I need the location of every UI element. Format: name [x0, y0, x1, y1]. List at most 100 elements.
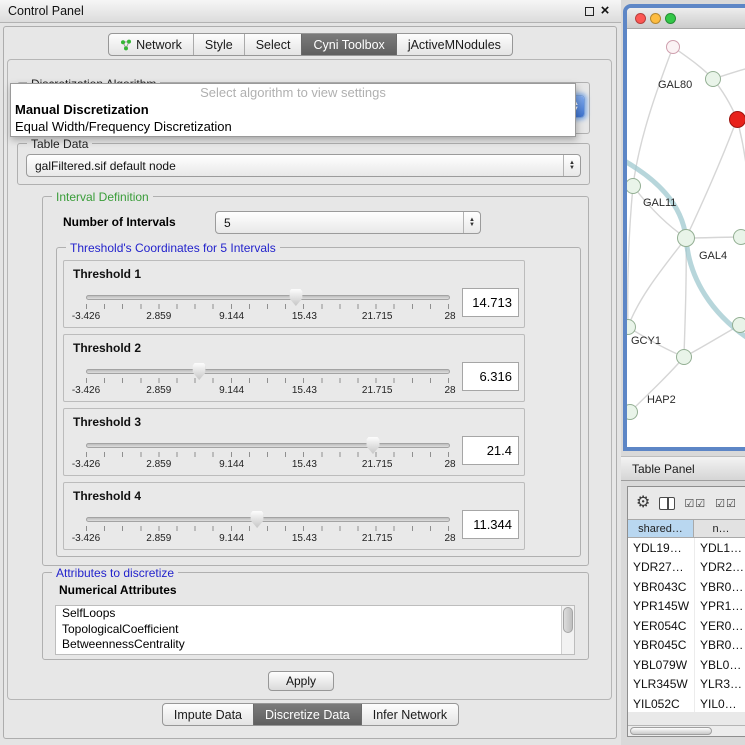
tab-cyni-toolbox[interactable]: Cyni Toolbox [301, 34, 395, 55]
network-node-label: HAP2 [647, 394, 676, 406]
network-node-label: GAL4 [699, 250, 727, 262]
scale-label: 2.859 [146, 533, 171, 544]
slider-track[interactable] [86, 517, 450, 522]
network-node[interactable] [733, 229, 745, 245]
network-canvas[interactable]: GAL80GAL11GAL4GCY1HAP2 [627, 29, 745, 447]
threshold-label: Threshold 1 [73, 267, 141, 281]
select-columns-checkboxes-icon[interactable]: ☑☑ [684, 497, 706, 510]
table-row[interactable]: YDL19…YDL1… [628, 538, 745, 558]
tab-impute-data[interactable]: Impute Data [163, 704, 253, 725]
network-node[interactable] [676, 349, 692, 365]
table-row[interactable]: YBL079WYBL0… [628, 655, 745, 675]
tab-style[interactable]: Style [193, 34, 244, 55]
apply-button[interactable]: Apply [268, 671, 334, 691]
network-node[interactable] [705, 71, 721, 87]
close-icon: × [601, 4, 610, 18]
attribute-item[interactable]: TopologicalCoefficient [56, 622, 574, 638]
table-cell: YBR045C [628, 636, 694, 656]
table-panel-window: ⚙ ☑☑ ☑☑ shared…n… YDL19…YDL1…YDR27…YDR2…… [627, 486, 745, 737]
tab-label: Network [136, 38, 182, 52]
threshold-coordinates-group-title: Threshold's Coordinates for 5 Intervals [66, 241, 280, 255]
select-rows-checkboxes-icon[interactable]: ☑☑ [715, 497, 737, 510]
slider-track[interactable] [86, 443, 450, 448]
slider-track[interactable] [86, 369, 450, 374]
slider-ticks [86, 378, 450, 383]
network-node[interactable] [666, 40, 680, 54]
close-button[interactable]: × [597, 3, 613, 19]
column-header[interactable]: shared… [628, 520, 694, 537]
scale-label: 9.144 [219, 311, 244, 322]
scale-label: 21.715 [362, 385, 393, 396]
threshold-value-field[interactable]: 14.713 [462, 288, 519, 317]
tab-label: jActiveMNodules [408, 38, 501, 52]
table-horizontal-scrollbar[interactable] [628, 725, 745, 736]
network-node[interactable] [732, 317, 745, 333]
table-header-row: shared…n… [628, 519, 745, 538]
dropdown-option-equal-width-frequency[interactable]: Equal Width/Frequency Discretization [11, 118, 575, 135]
scrollbar-thumb[interactable] [630, 727, 712, 735]
slider-track[interactable] [86, 295, 450, 300]
tab-network[interactable]: Network [109, 34, 193, 55]
tab-label: Impute Data [174, 708, 242, 722]
number-of-intervals-combobox[interactable]: 5 ▲▼ [215, 211, 481, 234]
table-cell: YDL19… [628, 538, 694, 558]
tab-select[interactable]: Select [244, 34, 302, 55]
scale-label: 9.144 [219, 459, 244, 470]
threshold-slider[interactable]: -3.4262.8599.14415.4321.71528 [72, 511, 464, 547]
combo-stepper-icon: ▲▼ [463, 212, 480, 233]
number-of-intervals-label: Number of Intervals [63, 215, 176, 229]
zoom-traffic-light[interactable] [665, 13, 676, 24]
tab-discretize-data[interactable]: Discretize Data [253, 704, 361, 725]
threshold-value-field[interactable]: 21.4 [462, 436, 519, 465]
minimize-traffic-light[interactable] [650, 13, 661, 24]
attributes-vertical-scrollbar[interactable] [561, 606, 574, 654]
threshold-panel: Threshold 1-3.4262.8599.14415.4321.71528… [63, 260, 525, 328]
top-tab-bar: Network Style Select Cyni Toolbox jActiv… [0, 33, 621, 56]
table-row[interactable]: YLR345WYLR3… [628, 675, 745, 695]
table-row[interactable]: YBR043CYBR0… [628, 577, 745, 597]
minimize-icon [585, 7, 594, 16]
tab-jactivemnodules[interactable]: jActiveMNodules [396, 34, 512, 55]
table-row[interactable]: YPR145WYPR1… [628, 597, 745, 617]
table-row[interactable]: YER054CYER0… [628, 616, 745, 636]
network-node[interactable] [729, 111, 745, 128]
attribute-item[interactable]: SelfLoops [56, 606, 574, 622]
table-data-combobox[interactable]: galFiltered.sif default node ▲▼ [26, 154, 581, 177]
threshold-value-field[interactable]: 6.316 [462, 362, 519, 391]
threshold-value-field[interactable]: 11.344 [462, 510, 519, 539]
tab-infer-network[interactable]: Infer Network [361, 704, 458, 725]
column-header[interactable]: n… [694, 520, 745, 537]
threshold-slider[interactable]: -3.4262.8599.14415.4321.71528 [72, 437, 464, 473]
scale-label: 28 [444, 385, 455, 396]
tab-label: Select [256, 38, 291, 52]
table-cell: YBL079W [628, 655, 694, 675]
scale-label: 28 [444, 311, 455, 322]
columns-icon[interactable] [659, 497, 675, 510]
slider-scale: -3.4262.8599.14415.4321.71528 [86, 459, 450, 471]
threshold-slider[interactable]: -3.4262.8599.14415.4321.71528 [72, 289, 464, 325]
network-node[interactable] [677, 229, 695, 247]
slider-scale: -3.4262.8599.14415.4321.71528 [86, 311, 450, 323]
top-tabs: Network Style Select Cyni Toolbox jActiv… [108, 33, 513, 56]
table-cell: YBR043C [628, 577, 694, 597]
gear-icon[interactable]: ⚙ [636, 495, 650, 511]
interval-definition-group: Interval Definition Number of Intervals … [42, 196, 589, 566]
scale-label: 15.43 [292, 311, 317, 322]
table-cell: YDL1… [694, 538, 745, 558]
table-cell: YBL0… [694, 655, 745, 675]
attribute-item[interactable]: BetweennessCentrality [56, 637, 574, 653]
table-row[interactable]: YBR045CYBR0… [628, 636, 745, 656]
scale-label: 28 [444, 533, 455, 544]
threshold-slider[interactable]: -3.4262.8599.14415.4321.71528 [72, 363, 464, 399]
table-row[interactable]: YIL052CYIL0… [628, 694, 745, 712]
threshold-panel: Threshold 4-3.4262.8599.14415.4321.71528… [63, 482, 525, 550]
minimize-button[interactable] [581, 3, 597, 19]
scale-label: -3.426 [72, 385, 100, 396]
combo-stepper-icon: ▲▼ [563, 155, 580, 176]
scrollbar-thumb[interactable] [563, 607, 573, 633]
table-row[interactable]: YDR27…YDR2… [628, 558, 745, 578]
algorithm-dropdown-popup: Select algorithm to view settings Manual… [10, 83, 576, 137]
close-traffic-light[interactable] [635, 13, 646, 24]
numerical-attributes-listbox[interactable]: SelfLoopsTopologicalCoefficientBetweenne… [55, 605, 575, 655]
dropdown-option-manual-discretization[interactable]: Manual Discretization [11, 101, 575, 118]
